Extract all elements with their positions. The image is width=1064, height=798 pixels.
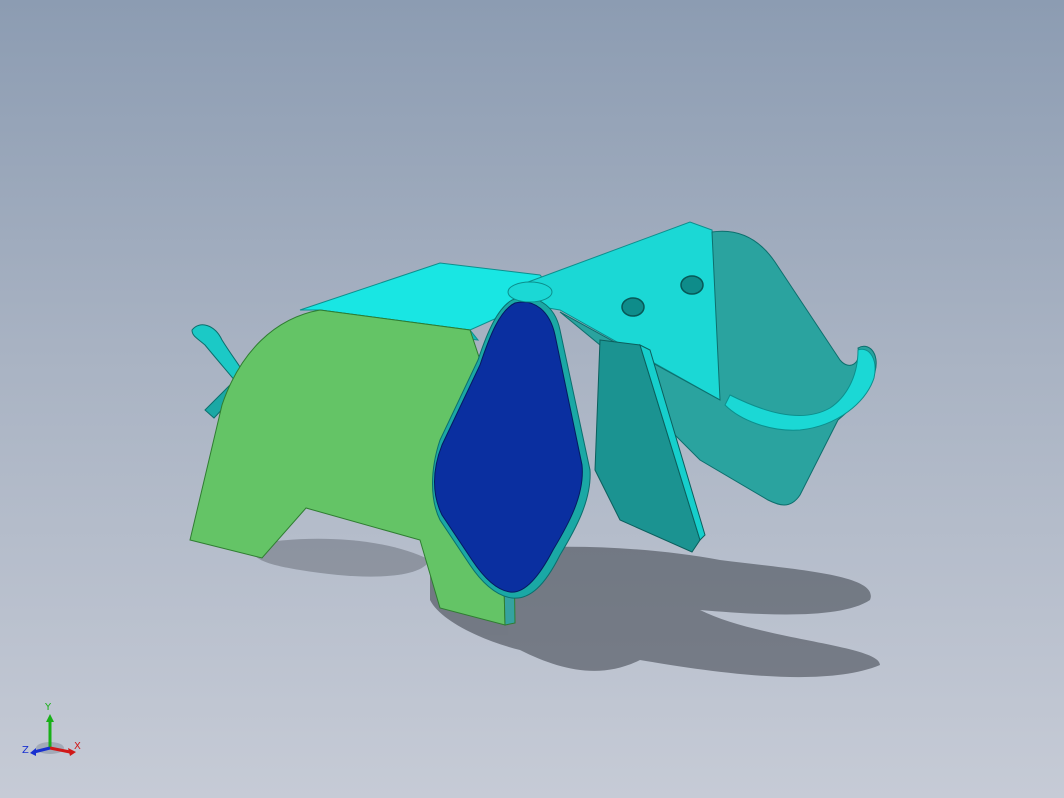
z-axis-label: Z [22, 745, 29, 756]
z-axis-arrow [30, 748, 36, 756]
graphics-viewport[interactable]: Y X Z [0, 0, 1064, 798]
hole-left [621, 297, 645, 317]
model-shadow [250, 538, 880, 678]
model-scene[interactable] [0, 0, 1064, 798]
y-axis-label: Y [44, 702, 52, 713]
x-axis-label: X [74, 741, 81, 752]
y-axis-arrow [46, 714, 54, 722]
hole-right [680, 275, 704, 295]
ear-hinge [507, 281, 553, 303]
view-orientation-triad[interactable]: Y X Z [18, 700, 88, 770]
